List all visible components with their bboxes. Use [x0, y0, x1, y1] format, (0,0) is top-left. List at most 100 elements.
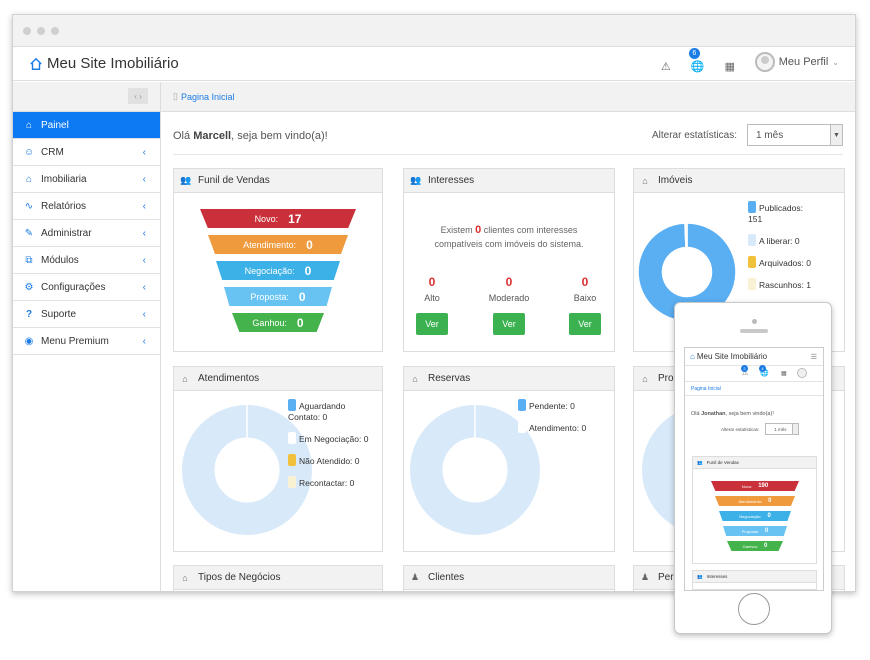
chevron-left-icon: ‹ — [142, 281, 146, 293]
chevron-left-icon: ‹ — [142, 146, 146, 158]
legend-item: Aguardando Contato: 0 — [288, 399, 378, 423]
phone-home-button[interactable] — [738, 593, 770, 625]
legend-label: Rascunhos: — [759, 280, 804, 290]
period-value: 1 mês — [774, 426, 787, 432]
text-a: Existem — [440, 225, 476, 235]
legend-value: 0 — [363, 434, 369, 444]
sidebar-item-label: Imobiliaria — [41, 173, 87, 185]
donut-slice-rascunhos[interactable] — [684, 223, 688, 249]
ver-alto-button[interactable]: Ver — [416, 313, 448, 335]
funnel-row-atendimento[interactable]: Atendimento: 0 — [715, 496, 795, 506]
panel-title: Pro — [658, 373, 674, 384]
puzzle-icon: ⧉ — [25, 254, 33, 266]
home-icon: ⌂ — [690, 352, 695, 361]
site-title: Meu Site Imobiliário — [47, 55, 179, 72]
calendar-icon[interactable]: ▦ — [723, 59, 737, 73]
menu-icon[interactable]: ☰ — [811, 353, 817, 361]
breadcrumb-link[interactable]: Pagina Inicial — [181, 92, 235, 102]
funnel-label: Proposta: — [250, 291, 289, 302]
file-icon: ▯ — [173, 91, 178, 101]
funnel-row-proposta[interactable]: Proposta: 0 — [224, 287, 332, 306]
funnel-value: 0 — [296, 315, 304, 330]
user-icon: ♟ — [640, 572, 650, 582]
user-icon: ♟ — [410, 572, 420, 582]
sidebar-item-administrar[interactable]: ✎ Administrar ‹ — [13, 220, 160, 247]
chevron-left-icon: ‹ — [142, 254, 146, 266]
legend-item: Recontactar: 0 — [288, 476, 378, 489]
sidebar-toggle-bar: ‹ › — [13, 82, 160, 112]
legend-value: 0 — [354, 456, 360, 466]
level-value: 0 — [581, 275, 589, 289]
avatar[interactable] — [797, 368, 807, 378]
chevron-down-icon — [792, 424, 799, 434]
ver-baixo-button[interactable]: Ver — [569, 313, 601, 335]
avatar — [754, 52, 775, 72]
sidebar-collapse-icon[interactable]: ‹ › — [128, 88, 148, 104]
funnel-value: 17 — [288, 211, 302, 226]
sidebar-item-label: Painel — [41, 119, 69, 131]
funnel-label: Ganhou: — [742, 543, 758, 549]
panel-header: ⌂ Tipos de Negócios — [174, 566, 382, 590]
funnel-label: Proposta: — [741, 528, 759, 534]
funnel-row-negociacao[interactable]: Negociação: 0 — [216, 261, 340, 280]
greeting-prefix: Olá — [691, 411, 702, 417]
greeting-suffix: , seja bem vindo(a)! — [231, 130, 328, 142]
users-icon: 👥 — [410, 175, 422, 185]
panel-header: ⌂ Atendimentos — [174, 367, 382, 391]
sidebar-item-label: Módulos — [41, 254, 79, 266]
level-value: 0 — [428, 275, 436, 289]
funnel-row-ganhou[interactable]: Ganhou: 0 — [232, 313, 324, 332]
warning-icon[interactable]: ⚠ — [659, 59, 673, 73]
users-icon: 👥 — [180, 175, 192, 185]
profile-label: Meu Perfil — [778, 56, 829, 68]
level-label: Alto — [424, 293, 440, 303]
globe-icon[interactable]: 🌐 6 — [688, 48, 705, 73]
legend-value: 0 — [570, 401, 575, 411]
panel-title: Atendimentos — [198, 373, 260, 384]
funnel-label: Novo: — [741, 483, 753, 489]
sidebar-item-imobiliaria[interactable]: ⌂ Imobiliaria ‹ — [13, 166, 160, 193]
sidebar-item-menu-premium[interactable]: ◉ Menu Premium ‹ — [13, 328, 160, 355]
home-icon: ⌂ — [642, 175, 648, 186]
ver-moderado-button[interactable]: Ver — [493, 313, 525, 335]
panel-clientes: ♟ Clientes — [403, 565, 615, 591]
chevron-left-icon: ‹ — [142, 173, 146, 185]
sidebar-item-painel[interactable]: ⌂ Painel — [13, 112, 160, 139]
legend-label: Atendimento: — [529, 423, 580, 433]
home-icon: ⌂ — [25, 119, 33, 131]
legend-item: Em Negociação: 0 — [288, 432, 378, 445]
panel-header: ⌂ Reservas — [404, 367, 614, 391]
sidebar-item-modulos[interactable]: ⧉ Módulos ‹ — [13, 247, 160, 274]
users-icon: 👥 — [697, 459, 703, 465]
period-select[interactable]: 1 mês — [765, 423, 800, 435]
funnel-row-negociacao[interactable]: Negociação: 0 — [719, 511, 791, 521]
period-select[interactable]: 1 mês ▼ — [747, 124, 843, 146]
chevron-down-icon: ⌄ — [832, 57, 839, 67]
legend-item: Pendente: 0 — [518, 399, 614, 412]
funnel-row-atendimento[interactable]: Atendimento: 0 — [208, 235, 348, 254]
sidebar-item-suporte[interactable]: ? Suporte ‹ — [13, 301, 160, 328]
funnel-label: Atendimento: — [243, 239, 297, 250]
maximize-dot[interactable] — [51, 27, 59, 35]
sidebar-item-configuracoes[interactable]: ⚙ Configurações ‹ — [13, 274, 160, 301]
sidebar-item-label: Relatórios — [41, 200, 87, 212]
funnel-row-novo[interactable]: Novo: 17 — [200, 209, 356, 228]
calendar-icon[interactable]: ▦ — [781, 370, 787, 377]
profile-menu[interactable]: Meu Perfil ⌄ — [754, 52, 839, 72]
panel-header: ♟ Clientes — [404, 566, 614, 590]
funnel-row-proposta[interactable]: Proposta: 0 — [723, 526, 787, 536]
interesses-text: Existem 0 clientes com interesses compatí… — [404, 223, 614, 251]
site-logo[interactable]: Meu Site Imobiliário — [29, 55, 179, 72]
breadcrumb-link[interactable]: Pagina Inicial — [691, 386, 721, 392]
close-dot[interactable] — [23, 27, 31, 35]
sidebar-item-relatorios[interactable]: ∿ Relatórios ‹ — [13, 193, 160, 220]
legend-label: Recontactar: — [299, 478, 348, 488]
minimize-dot[interactable] — [37, 27, 45, 35]
sidebar-item-crm[interactable]: ☺ CRM ‹ — [13, 139, 160, 166]
funnel-row-ganhou[interactable]: Ganhou: 0 — [727, 541, 783, 551]
legend-item: Não Atendido: 0 — [288, 454, 378, 467]
legend-value: 0 — [806, 258, 811, 268]
funnel-row-novo[interactable]: Novo: 190 — [711, 481, 799, 491]
legend-item: Publicados: 151 — [748, 201, 838, 225]
sidebar: ‹ › ⌂ Painel ☺ CRM ‹ ⌂ Imobiliaria ‹ ∿ Relatór… — [13, 82, 161, 591]
